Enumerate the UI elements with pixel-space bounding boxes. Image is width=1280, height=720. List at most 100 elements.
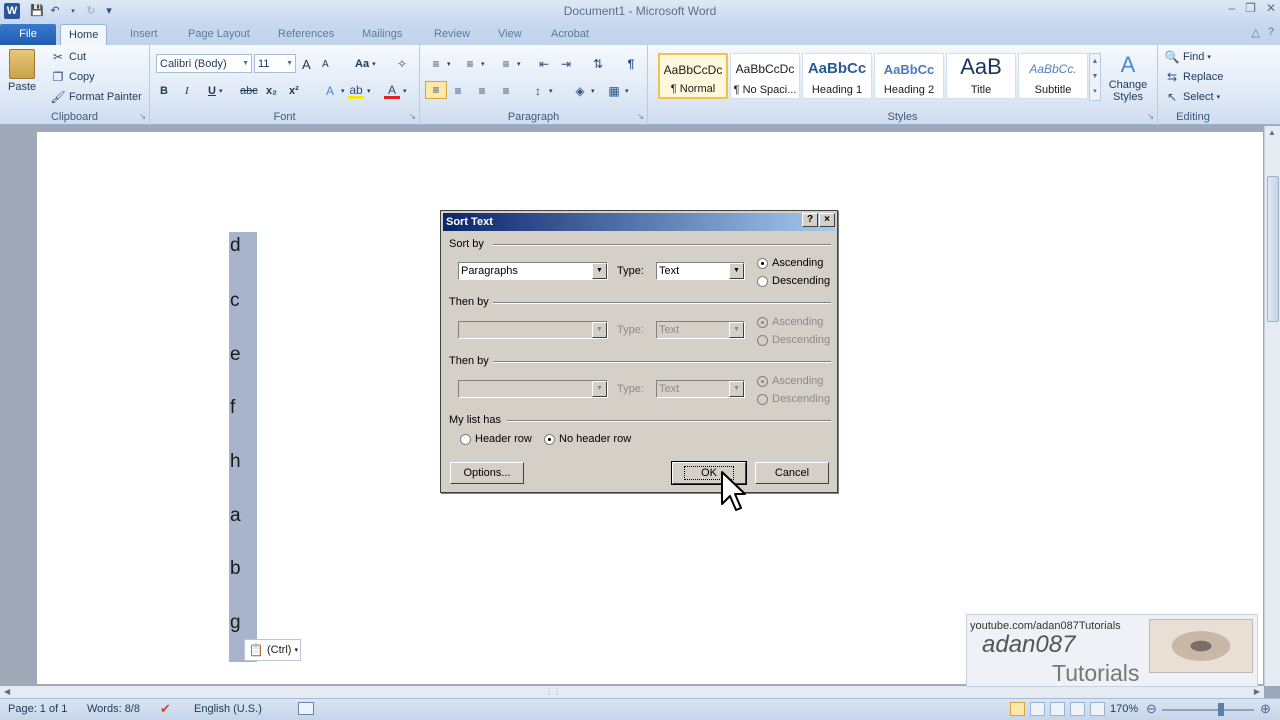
document-line[interactable]: f xyxy=(230,397,235,419)
scrollbar-grip-icon[interactable]: ⋮⋮ xyxy=(545,687,561,696)
font-size-combo[interactable]: 11 ▼ xyxy=(254,54,296,73)
proofing-icon[interactable]: ✔ xyxy=(160,701,171,717)
options-button[interactable]: Options... xyxy=(450,462,524,484)
cancel-button[interactable]: Cancel xyxy=(755,462,829,484)
scrollbar-thumb[interactable] xyxy=(1267,176,1279,322)
scroll-right-icon[interactable]: ▶ xyxy=(1254,687,1260,696)
change-case-button[interactable]: Aa ▾ xyxy=(355,55,376,73)
numbering-button[interactable]: ≡ ▾ xyxy=(462,55,484,73)
zoom-slider-thumb[interactable] xyxy=(1217,703,1224,716)
document-line[interactable]: a xyxy=(230,505,241,527)
page-count[interactable]: Page: 1 of 1 xyxy=(8,703,67,715)
show-formatting-button[interactable]: ¶ xyxy=(623,55,639,73)
then-by-2-type-select[interactable]: Text ▼ xyxy=(656,380,745,398)
line-spacing-button[interactable]: ↕ ▾ xyxy=(530,82,553,100)
find-button[interactable]: 🔍 Find ▾ xyxy=(1164,48,1211,66)
minimize-icon[interactable]: – xyxy=(1228,1,1235,15)
change-styles-button[interactable]: A Change Styles xyxy=(1106,51,1150,107)
then-by-descending-radio[interactable]: Descending xyxy=(757,334,830,346)
borders-button[interactable]: ▦ ▾ xyxy=(606,82,628,100)
align-left-button[interactable]: ≡ xyxy=(425,81,447,99)
close-icon[interactable]: ✕ xyxy=(1266,1,1276,15)
document-line[interactable]: g xyxy=(230,612,241,634)
highlight-button[interactable]: ab ▾ xyxy=(348,82,371,100)
zoom-level[interactable]: 170% xyxy=(1110,703,1138,715)
descending-radio[interactable]: Descending xyxy=(757,275,830,287)
dialog-launcher-icon[interactable]: ↘ xyxy=(409,112,416,121)
style-heading-1[interactable]: AaBbCc Heading 1 xyxy=(802,53,872,99)
web-layout-icon[interactable] xyxy=(1050,702,1065,716)
paste-options-button[interactable]: 📋 (Ctrl) ▾ xyxy=(244,639,301,661)
document-line[interactable]: d xyxy=(230,235,241,257)
shading-button[interactable]: ◈ ▾ xyxy=(572,82,594,100)
font-name-combo[interactable]: Calibri (Body) ▼ xyxy=(156,54,252,73)
document-line[interactable]: c xyxy=(230,290,240,312)
align-center-button[interactable]: ≡ xyxy=(450,82,466,100)
format-painter-button[interactable]: 🖌 Format Painter xyxy=(50,88,141,106)
style-heading-2[interactable]: AaBbCc Heading 2 xyxy=(874,53,944,99)
then-by-ascending-radio[interactable]: Ascending xyxy=(757,316,823,328)
italic-button[interactable]: I xyxy=(185,82,189,100)
font-color-button[interactable]: A ▾ xyxy=(384,82,407,100)
then-by-2-descending-radio[interactable]: Descending xyxy=(757,393,830,405)
dialog-launcher-icon[interactable]: ↘ xyxy=(637,112,644,121)
replace-button[interactable]: ⇆ Replace xyxy=(1164,68,1223,86)
tab-mailings[interactable]: Mailings xyxy=(354,24,410,45)
paste-button[interactable]: Paste xyxy=(8,49,36,103)
minimize-ribbon-icon[interactable]: △ xyxy=(1251,26,1259,39)
draft-view-icon[interactable] xyxy=(1090,702,1105,716)
tab-file[interactable]: File xyxy=(0,24,56,45)
sort-by-select[interactable]: Paragraphs ▼ xyxy=(458,262,608,280)
dialog-launcher-icon[interactable]: ↘ xyxy=(139,112,146,121)
select-button[interactable]: ↖ Select ▾ xyxy=(1164,88,1220,106)
then-by-type-select[interactable]: Text ▼ xyxy=(656,321,745,339)
then-by-select[interactable]: ▼ xyxy=(458,321,608,339)
justify-button[interactable]: ≡ xyxy=(498,82,514,100)
horizontal-scrollbar[interactable]: ◀ ⋮⋮ ▶ xyxy=(0,686,1264,698)
scroll-left-icon[interactable]: ◀ xyxy=(4,687,10,696)
no-header-row-radio[interactable]: No header row xyxy=(544,433,631,445)
type-select[interactable]: Text ▼ xyxy=(656,262,745,280)
bullets-button[interactable]: ≡ ▾ xyxy=(428,55,450,73)
tab-view[interactable]: View xyxy=(490,24,530,45)
then-by-2-select[interactable]: ▼ xyxy=(458,380,608,398)
cut-button[interactable]: ✂ Cut xyxy=(50,48,86,66)
language[interactable]: English (U.S.) xyxy=(194,703,262,715)
tab-page-layout[interactable]: Page Layout xyxy=(180,24,258,45)
tab-home[interactable]: Home xyxy=(60,24,108,45)
help-button[interactable]: ? xyxy=(802,213,818,227)
then-by-2-ascending-radio[interactable]: Ascending xyxy=(757,375,823,387)
style-normal[interactable]: AaBbCcDc ¶ Normal xyxy=(658,53,728,99)
decrease-indent-button[interactable]: ⇤ xyxy=(536,55,552,73)
increase-indent-button[interactable]: ⇥ xyxy=(558,55,574,73)
shrink-font-button[interactable]: A xyxy=(322,55,329,73)
text-effects-button[interactable]: A ▾ xyxy=(322,82,345,100)
styles-scroll[interactable]: ▲ ▼ ▾ xyxy=(1089,53,1101,101)
full-screen-reading-icon[interactable] xyxy=(1030,702,1045,716)
bold-button[interactable]: B xyxy=(160,82,168,100)
print-layout-view-icon[interactable] xyxy=(1010,702,1025,716)
header-row-radio[interactable]: Header row xyxy=(460,433,532,445)
scroll-up-icon[interactable]: ▲ xyxy=(1268,128,1276,137)
style-title[interactable]: AaB Title xyxy=(946,53,1016,99)
multilevel-list-button[interactable]: ≡ ▾ xyxy=(498,55,520,73)
restore-icon[interactable]: ❐ xyxy=(1245,1,1256,15)
zoom-in-icon[interactable]: ⊕ xyxy=(1260,701,1271,717)
zoom-out-icon[interactable]: ⊖ xyxy=(1146,701,1157,717)
style-no-spacing[interactable]: AaBbCcDc ¶ No Spaci... xyxy=(730,53,800,99)
grow-font-button[interactable]: A xyxy=(302,55,311,73)
style-subtitle[interactable]: AaBbCc. Subtitle xyxy=(1018,53,1088,99)
document-line[interactable]: b xyxy=(230,558,241,580)
superscript-button[interactable]: x² xyxy=(289,82,299,100)
tab-insert[interactable]: Insert xyxy=(122,24,166,45)
close-button[interactable]: × xyxy=(819,213,835,227)
underline-button[interactable]: U ▾ xyxy=(208,82,222,100)
strikethrough-button[interactable]: abc xyxy=(240,82,258,100)
help-icon[interactable]: ? xyxy=(1268,26,1274,39)
zoom-slider[interactable] xyxy=(1162,709,1254,711)
tab-references[interactable]: References xyxy=(270,24,342,45)
align-right-button[interactable]: ≡ xyxy=(474,82,490,100)
copy-button[interactable]: ❐ Copy xyxy=(50,68,95,86)
ascending-radio[interactable]: Ascending xyxy=(757,257,823,269)
dialog-launcher-icon[interactable]: ↘ xyxy=(1147,112,1154,121)
